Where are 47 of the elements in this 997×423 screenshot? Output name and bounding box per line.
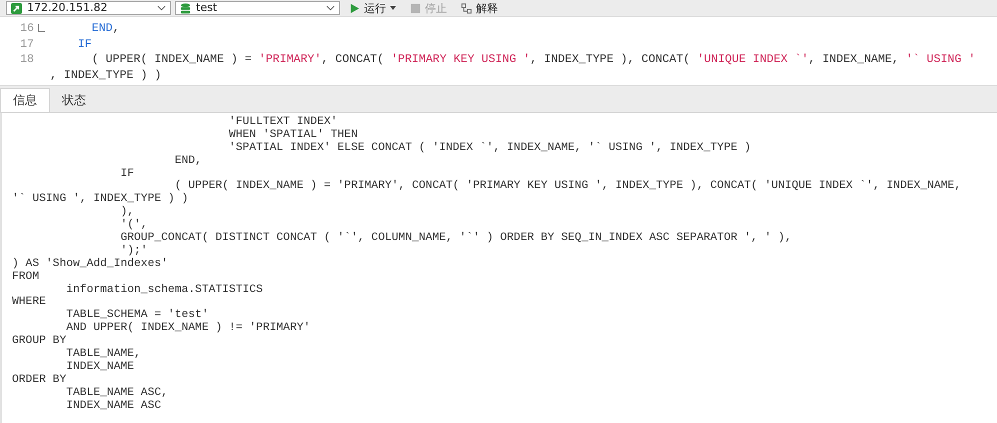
output-line: 'SPATIAL INDEX' ELSE CONCAT ( 'INDEX `', INDEX_NAME, '` USING ', INDEX_TYPE ) — [228, 142, 752, 155]
output-line: WHERE — [12, 296, 47, 310]
code-line: ( UPPER( INDEX_NAME ) = 'PRIMARY', CONCAT( 'PRIMARY KEY USING ', INDEX_TYPE ), CONCAT( 'UNIQUE INDEX `', INDEX_NAME, '` USING ' — [90, 53, 976, 66]
database-name: test — [196, 2, 218, 14]
output-line: ), — [119, 206, 136, 218]
output-line: ');' — [119, 244, 149, 258]
output-line: WHEN 'SPATIAL' THEN — [228, 128, 359, 142]
output-line: information_schema.STATISTICS — [65, 284, 264, 296]
output-line: FROM — [12, 270, 40, 284]
panel-tab[interactable]: 信息 — [0, 88, 50, 112]
output-line: INDEX_NAME ASC — [65, 400, 162, 412]
run-button[interactable]: 运行 — [344, 1, 401, 15]
database-dropdown[interactable]: test — [175, 1, 340, 15]
output-line: INDEX_NAME — [66, 360, 136, 374]
play-icon — [349, 2, 360, 14]
output-line: ( UPPER( INDEX_NAME ) = 'PRIMARY', CONCAT( 'PRIMARY KEY USING ', INDEX_TYPE ), CONCAT( 'UNIQUE INDEX `', INDEX_NAME, — [174, 180, 962, 192]
connection-dropdown[interactable]: 172.20.151.82 — [6, 1, 171, 15]
output-line: ORDER BY — [12, 374, 66, 387]
explain-button[interactable]: 解释 — [456, 1, 503, 15]
output-line: '` USING ', INDEX_TYPE ) ) — [12, 193, 190, 206]
database-icon — [180, 2, 191, 14]
output-line: TABLE_NAME, — [65, 348, 142, 361]
output-line: AND UPPER( INDEX_NAME ) != 'PRIMARY' — [66, 322, 312, 336]
output-line: ) AS 'Show_Add_Indexes' — [12, 258, 169, 271]
line-number: 18 — [20, 53, 34, 66]
output-line: GROUP_CONCAT( DISTINCT CONCAT ( '`', COLUMN_NAME, '`' ) ORDER BY SEQ_IN_INDEX ASC SEPARATOR ', ' ), — [119, 232, 793, 244]
chevron-icon — [326, 5, 335, 11]
output-line: END, — [174, 154, 203, 168]
connection-icon — [11, 2, 22, 14]
chevron-icon — [157, 5, 166, 11]
code-line: , INDEX_TYPE ) ) — [50, 68, 162, 82]
output-line: TABLE_SCHEMA = 'test' — [65, 309, 210, 322]
explain-icon — [461, 2, 472, 14]
caret-icon — [390, 6, 396, 10]
code-line: END, — [90, 22, 120, 36]
output-line: IF — [119, 168, 136, 180]
output-line: '(', — [119, 219, 149, 232]
code-line: IF — [76, 38, 92, 51]
fold-marker-icon — [38, 24, 45, 32]
line-number: 16 — [20, 22, 34, 36]
output-line: TABLE_NAME ASC, — [65, 386, 169, 400]
connection-name: 172.20.151.82 — [27, 2, 108, 14]
panel-tab[interactable]: 状态 — [50, 88, 98, 112]
output-line: GROUP BY — [12, 335, 66, 348]
stop-icon — [410, 2, 421, 14]
line-number: 17 — [20, 38, 34, 51]
output-line: 'FULLTEXT INDEX' — [228, 116, 338, 128]
